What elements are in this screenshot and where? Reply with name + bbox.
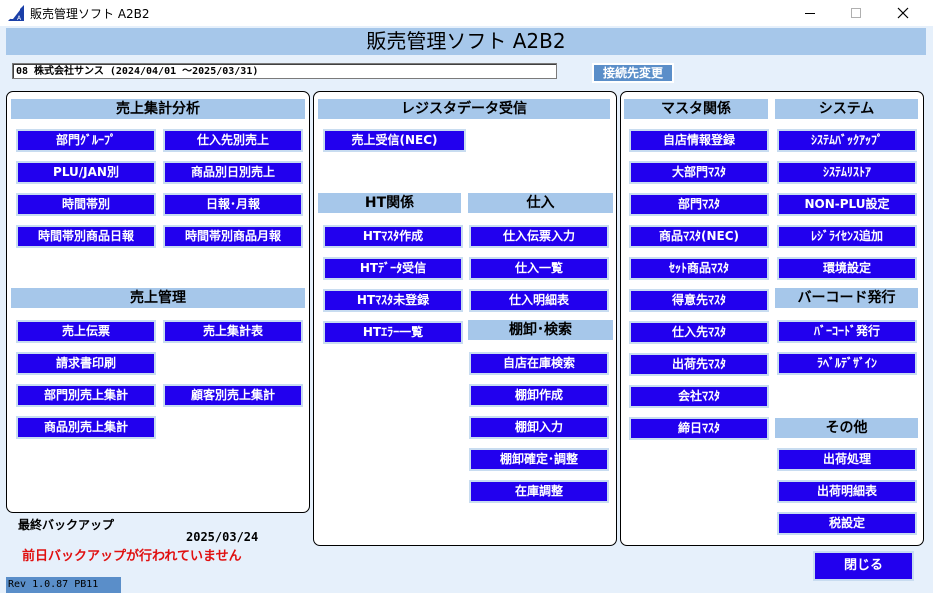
- btn-closing-date-master[interactable]: 締日ﾏｽﾀ: [629, 417, 769, 440]
- company-field: 08 株式会社サンス (2024/04/01 ～2025/03/31): [12, 63, 557, 79]
- btn-shipto-master[interactable]: 出荷先ﾏｽﾀ: [629, 353, 769, 376]
- btn-shipping-details[interactable]: 出荷明細表: [777, 480, 917, 503]
- btn-barcode-issue[interactable]: ﾊﾞｰｺｰﾄﾞ発行: [777, 320, 917, 343]
- btn-stocktake-input[interactable]: 棚卸入力: [469, 416, 609, 439]
- btn-store-stock-search[interactable]: 自店在庫検索: [469, 352, 609, 375]
- btn-purchase-details[interactable]: 仕入明細表: [469, 289, 609, 312]
- btn-purchase-list[interactable]: 仕入一覧: [469, 257, 609, 280]
- btn-plu-jan[interactable]: PLU/JAN別: [16, 161, 156, 184]
- btn-system-backup[interactable]: ｼｽﾃﾑﾊﾞｯｸｱｯﾌﾟ: [777, 129, 917, 152]
- btn-register-license-add[interactable]: ﾚｼﾞﾗｲｾﾝｽ追加: [777, 225, 917, 248]
- btn-ht-master-create[interactable]: HTﾏｽﾀ作成: [323, 225, 463, 248]
- sales-mgmt-header: 売上管理: [11, 288, 305, 308]
- btn-time-slot[interactable]: 時間帯別: [16, 193, 156, 216]
- master-header: マスタ関係: [624, 99, 768, 119]
- version-label: Rev 1.0.87 PB11: [6, 577, 121, 593]
- btn-shipping-process[interactable]: 出荷処理: [777, 448, 917, 471]
- btn-customer-master[interactable]: 得意先ﾏｽﾀ: [629, 289, 769, 312]
- btn-customer-sales-summary[interactable]: 顧客別売上集計: [163, 384, 303, 407]
- btn-set-product-master[interactable]: ｾｯﾄ商品ﾏｽﾀ: [629, 257, 769, 280]
- btn-ht-data-receive[interactable]: HTﾃﾞｰﾀ受信: [323, 257, 463, 280]
- btn-store-info[interactable]: 自店情報登録: [629, 129, 769, 152]
- backup-date: 2025/03/24: [186, 530, 259, 544]
- minimize-button[interactable]: [787, 0, 833, 26]
- btn-product-sales-summary[interactable]: 商品別売上集計: [16, 416, 156, 439]
- close-button[interactable]: 閉じる: [813, 551, 914, 581]
- btn-stock-adjust[interactable]: 在庫調整: [469, 480, 609, 503]
- inventory-header: 棚卸･検索: [468, 320, 613, 340]
- window-title: 販売管理ソフト A2B2: [30, 7, 150, 21]
- btn-product-master-nec[interactable]: 商品ﾏｽﾀ(NEC): [629, 225, 769, 248]
- btn-sales-slip[interactable]: 売上伝票: [16, 320, 156, 343]
- btn-stocktake-confirm[interactable]: 棚卸確定･調整: [469, 448, 609, 471]
- btn-label-design[interactable]: ﾗﾍﾞﾙﾃﾞｻﾞｲﾝ: [777, 352, 917, 375]
- btn-stocktake-create[interactable]: 棚卸作成: [469, 384, 609, 407]
- minimize-icon: [805, 13, 815, 14]
- window-close-button[interactable]: [880, 0, 926, 26]
- btn-tax-settings[interactable]: 税設定: [777, 512, 917, 535]
- btn-ht-error-list[interactable]: HTｴﾗｰ一覧: [323, 321, 463, 344]
- btn-purchase-slip-entry[interactable]: 仕入伝票入力: [469, 225, 609, 248]
- btn-supplier-master[interactable]: 仕入先ﾏｽﾀ: [629, 321, 769, 344]
- btn-ht-master-unregistered[interactable]: HTﾏｽﾀ未登録: [323, 289, 463, 312]
- btn-company-master[interactable]: 会社ﾏｽﾀ: [629, 385, 769, 408]
- btn-sales-summary[interactable]: 売上集計表: [163, 320, 303, 343]
- btn-non-plu-settings[interactable]: NON-PLU設定: [777, 193, 917, 216]
- panel-master-system: [620, 91, 924, 546]
- backup-warning: 前日バックアップが行われていません: [22, 549, 242, 564]
- system-header: システム: [775, 99, 918, 119]
- other-header: その他: [775, 418, 918, 438]
- btn-product-daily-sales[interactable]: 商品別日別売上: [163, 161, 303, 184]
- backup-title: 最終バックアップ: [18, 518, 115, 532]
- btn-time-product-daily[interactable]: 時間帯別商品日報: [16, 225, 156, 248]
- btn-major-dept-master[interactable]: 大部門ﾏｽﾀ: [629, 161, 769, 184]
- switch-connection-button[interactable]: 接続先変更: [592, 63, 674, 83]
- register-header: レジスタデータ受信: [318, 99, 610, 119]
- barcode-header: バーコード発行: [775, 288, 918, 308]
- btn-dept-master[interactable]: 部門ﾏｽﾀ: [629, 193, 769, 216]
- btn-dept-group[interactable]: 部門ｸﾞﾙｰﾌﾟ: [16, 129, 156, 152]
- btn-time-product-monthly[interactable]: 時間帯別商品月報: [163, 225, 303, 248]
- ht-header: HT関係: [318, 193, 461, 213]
- app-window: A 販売管理ソフト A2B2 販売管理ソフト A2B2 08 株式会社サンス (…: [0, 0, 933, 593]
- sales-analysis-header: 売上集計分析: [11, 99, 305, 119]
- close-icon: [897, 7, 909, 19]
- btn-system-restore[interactable]: ｼｽﾃﾑﾘｽﾄｱ: [777, 161, 917, 184]
- maximize-icon: [851, 8, 861, 18]
- purchase-header: 仕入: [468, 193, 613, 213]
- btn-supplier-sales[interactable]: 仕入先別売上: [163, 129, 303, 152]
- btn-daily-monthly-report[interactable]: 日報･月報: [163, 193, 303, 216]
- maximize-button[interactable]: [833, 0, 879, 26]
- btn-invoice-print[interactable]: 請求書印刷: [16, 352, 156, 375]
- btn-environment-settings[interactable]: 環境設定: [777, 257, 917, 280]
- btn-sales-receive-nec[interactable]: 売上受信(NEC): [323, 129, 466, 152]
- panel-register: [313, 91, 617, 546]
- title-bar: A 販売管理ソフト A2B2: [0, 0, 933, 26]
- app-logo-icon: A: [8, 5, 24, 21]
- btn-dept-sales-summary[interactable]: 部門別売上集計: [16, 384, 156, 407]
- app-banner-title: 販売管理ソフト A2B2: [6, 28, 926, 55]
